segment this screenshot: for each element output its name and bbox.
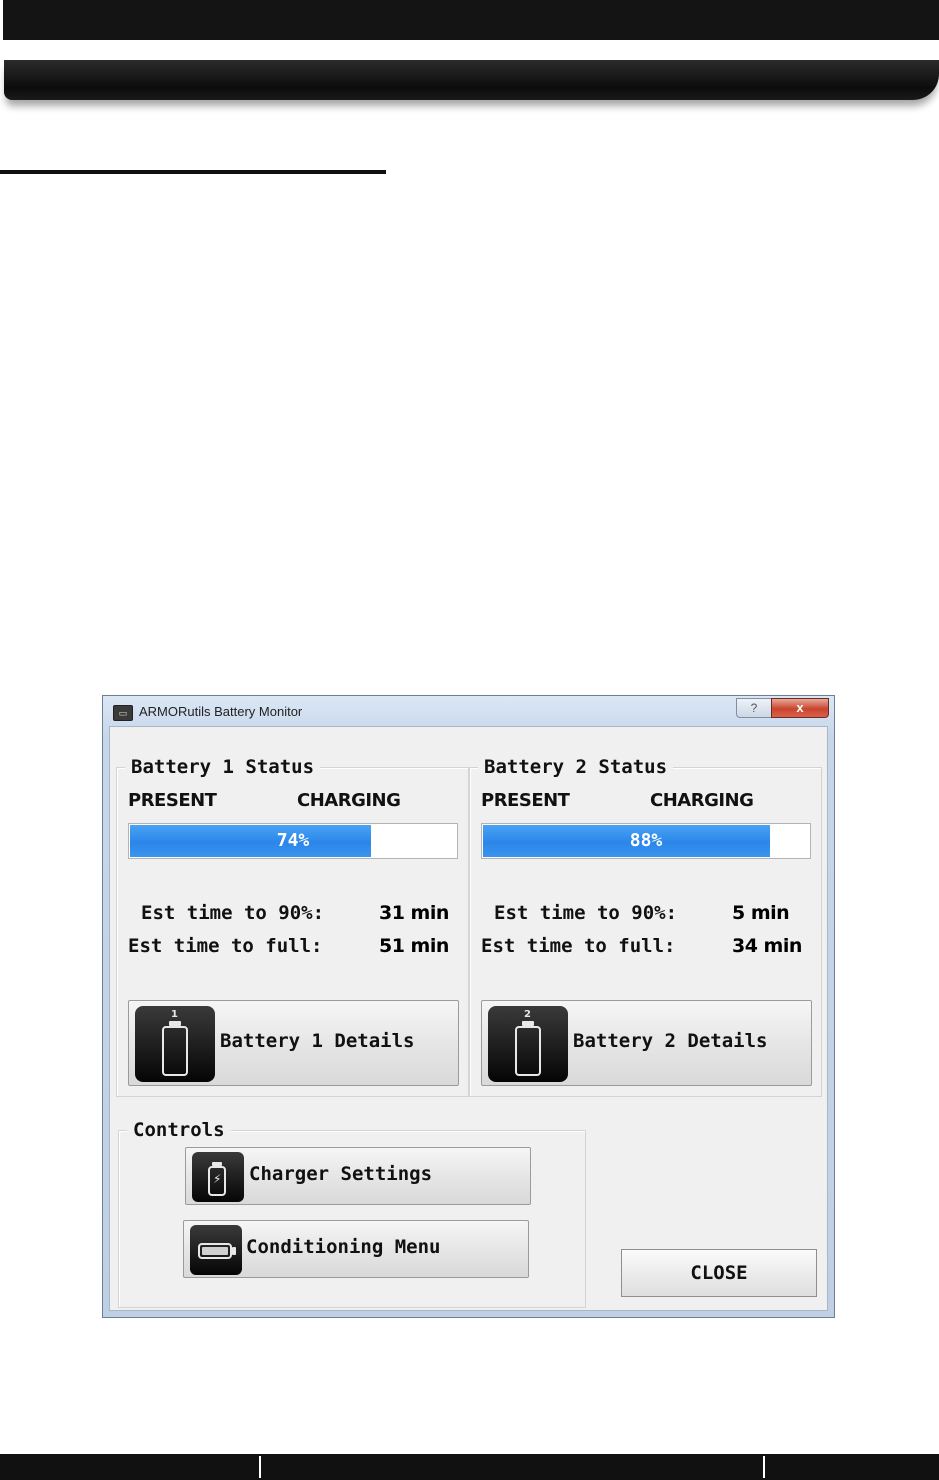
battery-1-charge-text: 74% xyxy=(276,830,310,851)
charger-settings-button[interactable]: ⚡ Charger Settings xyxy=(185,1147,531,1205)
window-client-area: Battery 1 Status PRESENT CHARGING 74% Es… xyxy=(109,726,828,1311)
page-header-bar xyxy=(3,0,939,40)
battery-2-est-90-value: 5 min xyxy=(732,902,790,924)
window-title: ARMORutils Battery Monitor xyxy=(139,704,303,719)
battery-2-status-group: Battery 2 Status PRESENT CHARGING 88% Es… xyxy=(469,756,822,1097)
battery-2-est-90-label: Est time to 90%: xyxy=(494,902,678,924)
battery-2-details-button[interactable]: 2 Battery 2 Details xyxy=(481,1000,812,1086)
battery-1-details-label: Battery 1 Details xyxy=(220,1030,415,1052)
battery-1-details-button[interactable]: 1 Battery 1 Details xyxy=(128,1000,459,1086)
battery-monitor-icon: ▭ xyxy=(113,705,133,721)
footer-separator xyxy=(763,1456,765,1478)
conditioning-icon xyxy=(190,1225,242,1275)
battery-1-est-90-label: Est time to 90%: xyxy=(141,902,325,924)
window-close-button[interactable]: x xyxy=(771,698,829,718)
caption-buttons: ? x xyxy=(736,698,829,718)
battery-2-est-full-label: Est time to full: xyxy=(481,935,676,957)
battery-1-present-label: PRESENT xyxy=(128,790,217,811)
battery-2-status-legend: Battery 2 Status xyxy=(478,756,674,778)
battery-2-present-label: PRESENT xyxy=(481,790,570,811)
help-button[interactable]: ? xyxy=(736,698,772,718)
charger-settings-label: Charger Settings xyxy=(249,1163,433,1185)
battery-1-status-group: Battery 1 Status PRESENT CHARGING 74% Es… xyxy=(116,756,469,1097)
conditioning-menu-label: Conditioning Menu xyxy=(246,1236,441,1258)
battery-2-icon: 2 xyxy=(488,1006,568,1082)
battery-2-details-label: Battery 2 Details xyxy=(573,1030,768,1052)
window-titlebar[interactable]: ▭ ARMORutils Battery Monitor ? x xyxy=(103,696,834,728)
controls-group: Controls ⚡ Charger Settings Conditioning… xyxy=(118,1119,586,1308)
battery-2-charging-label: CHARGING xyxy=(650,790,754,811)
battery-2-charge-text: 88% xyxy=(629,830,663,851)
close-button[interactable]: CLOSE xyxy=(621,1249,817,1297)
battery-monitor-window: ▭ ARMORutils Battery Monitor ? x Battery… xyxy=(102,695,835,1318)
battery-1-status-legend: Battery 1 Status xyxy=(125,756,321,778)
battery-1-icon: 1 xyxy=(135,1006,215,1082)
battery-1-est-full-value: 51 min xyxy=(379,935,449,957)
footer-separator xyxy=(259,1456,261,1478)
charger-icon: ⚡ xyxy=(192,1152,244,1202)
battery-2-est-full-value: 34 min xyxy=(732,935,802,957)
battery-2-charge-bar: 88% xyxy=(481,823,811,859)
page-footer-bar xyxy=(0,1454,939,1480)
battery-1-est-full-label: Est time to full: xyxy=(128,935,323,957)
battery-1-charge-bar: 74% xyxy=(128,823,458,859)
battery-1-est-90-value: 31 min xyxy=(379,902,449,924)
section-rule xyxy=(0,170,386,174)
controls-legend: Controls xyxy=(127,1119,231,1141)
conditioning-menu-button[interactable]: Conditioning Menu xyxy=(183,1220,529,1278)
page-header-band xyxy=(4,60,939,100)
battery-1-charging-label: CHARGING xyxy=(297,790,401,811)
